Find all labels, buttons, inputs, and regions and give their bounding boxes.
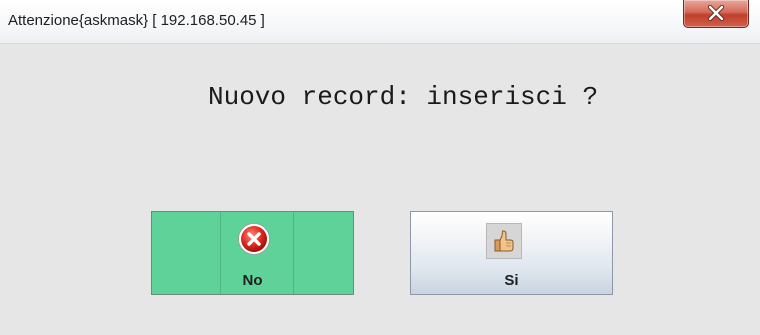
close-icon (707, 4, 725, 22)
no-button[interactable]: No (151, 211, 354, 295)
no-button-label: No (242, 272, 263, 289)
thumbs-up-icon (494, 230, 514, 252)
thumbs-up-icon-frame (486, 223, 522, 259)
message-text: Nuovo record: inserisci ? (208, 82, 599, 112)
title-bar[interactable]: Attenzione{askmask} [ 192.168.50.45 ] (0, 0, 760, 44)
si-button-label: Si (504, 272, 519, 289)
cancel-icon (238, 223, 270, 255)
close-button[interactable] (683, 0, 749, 28)
si-button[interactable]: Si (410, 211, 613, 295)
dialog-window: Attenzione{askmask} [ 192.168.50.45 ] Nu… (0, 0, 760, 335)
window-title: Attenzione{askmask} [ 192.168.50.45 ] (8, 12, 265, 29)
